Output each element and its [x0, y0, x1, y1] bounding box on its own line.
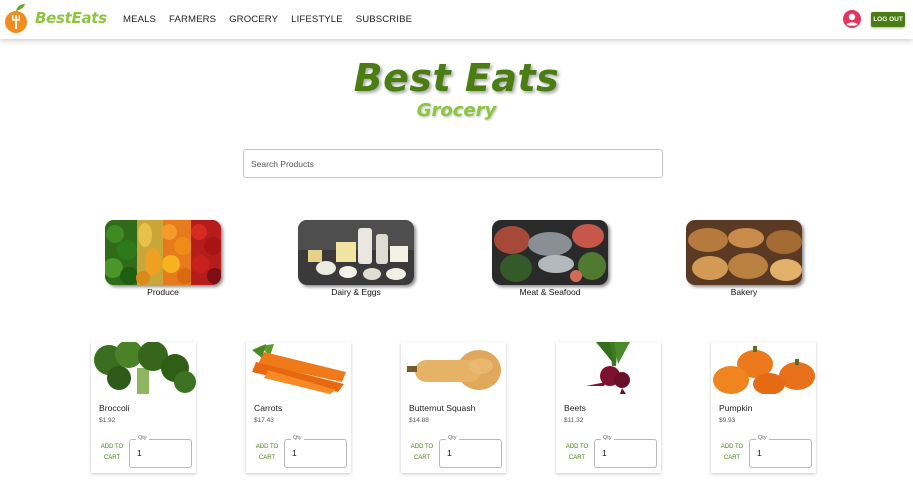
quantity-label: Qty — [291, 435, 304, 441]
quantity-label: Qty — [136, 435, 149, 441]
product-image-pumpkin — [711, 342, 816, 394]
product-image-broccoli — [91, 342, 196, 394]
category-bakery[interactable]: Bakery — [686, 220, 802, 297]
quantity-label: Qty — [446, 435, 459, 441]
quantity-input[interactable] — [447, 448, 495, 458]
product-card-carrots: Carrots $17.43 ADD TO CART Qty — [246, 342, 351, 473]
brand-logo[interactable]: BestEats — [4, 2, 107, 34]
product-name: Broccoli — [99, 403, 130, 413]
add-to-cart-button[interactable]: ADD TO CART — [716, 442, 748, 464]
category-dairy-eggs[interactable]: Dairy & Eggs — [298, 220, 414, 297]
logo-icon — [5, 4, 27, 33]
product-price: $14.88 — [409, 417, 429, 424]
nav-link-farmers[interactable]: FARMERS — [169, 14, 216, 25]
nav-link-lifestyle[interactable]: LIFESTYLE — [291, 14, 343, 25]
top-navbar: BestEats MEALS FARMERS GROCERY LIFESTYLE… — [0, 0, 913, 39]
category-image-bakery — [686, 220, 802, 285]
product-card-butternut-squash: Butternut Squash $14.88 ADD TO CART Qty — [401, 342, 506, 473]
product-image-carrots — [246, 342, 351, 394]
category-image-produce — [105, 220, 221, 285]
search-input[interactable] — [243, 149, 663, 178]
product-price: $11.32 — [564, 417, 584, 424]
category-label: Produce — [147, 287, 179, 297]
product-card-broccoli: Broccoli $1.92 ADD TO CART Qty — [91, 342, 196, 473]
product-image-butternut-squash — [401, 342, 506, 394]
nav-link-meals[interactable]: MEALS — [123, 14, 156, 25]
quantity-field[interactable]: Qty — [129, 435, 192, 468]
brand-name: BestEats — [35, 9, 107, 27]
product-image-beets — [556, 342, 661, 394]
add-to-cart-button[interactable]: ADD TO CART — [251, 442, 283, 464]
quantity-input[interactable] — [137, 448, 185, 458]
product-name: Beets — [564, 403, 586, 413]
page-subtitle: Grocery — [416, 100, 497, 121]
add-to-cart-button[interactable]: ADD TO CART — [406, 442, 438, 464]
quantity-field[interactable]: Qty — [594, 435, 657, 468]
quantity-input[interactable] — [602, 448, 650, 458]
quantity-field[interactable]: Qty — [439, 435, 502, 468]
category-label: Bakery — [730, 287, 758, 297]
product-price: $1.92 — [99, 417, 116, 424]
quantity-field[interactable]: Qty — [284, 435, 347, 468]
category-produce[interactable]: Produce — [105, 220, 221, 297]
quantity-label: Qty — [601, 435, 614, 441]
page-title: Best Eats — [353, 56, 560, 100]
product-price: $9.93 — [719, 417, 736, 424]
quantity-input[interactable] — [757, 448, 805, 458]
product-name: Butternut Squash — [409, 403, 476, 413]
nav-menu: MEALS FARMERS GROCERY LIFESTYLE SUBSCRIB… — [123, 0, 425, 39]
category-meat-seafood[interactable]: Meat & Seafood — [492, 220, 608, 297]
quantity-field[interactable]: Qty — [749, 435, 812, 468]
product-card-beets: Beets $11.32 ADD TO CART Qty — [556, 342, 661, 473]
logout-button[interactable]: LOG OUT — [871, 12, 905, 27]
category-image-dairy-eggs — [298, 220, 414, 285]
quantity-label: Qty — [756, 435, 769, 441]
add-to-cart-button[interactable]: ADD TO CART — [561, 442, 593, 464]
quantity-input[interactable] — [292, 448, 340, 458]
product-name: Pumpkin — [719, 403, 753, 413]
nav-link-grocery[interactable]: GROCERY — [229, 14, 278, 25]
category-label: Meat & Seafood — [519, 287, 581, 297]
product-name: Carrots — [254, 403, 283, 413]
category-image-meat-seafood — [492, 220, 608, 285]
product-price: $17.43 — [254, 417, 274, 424]
nav-link-subscribe[interactable]: SUBSCRIBE — [356, 14, 412, 25]
product-card-pumpkin: Pumpkin $9.93 ADD TO CART Qty — [711, 342, 816, 473]
category-label: Dairy & Eggs — [331, 287, 381, 297]
account-icon[interactable] — [843, 10, 861, 28]
add-to-cart-button[interactable]: ADD TO CART — [96, 442, 128, 464]
